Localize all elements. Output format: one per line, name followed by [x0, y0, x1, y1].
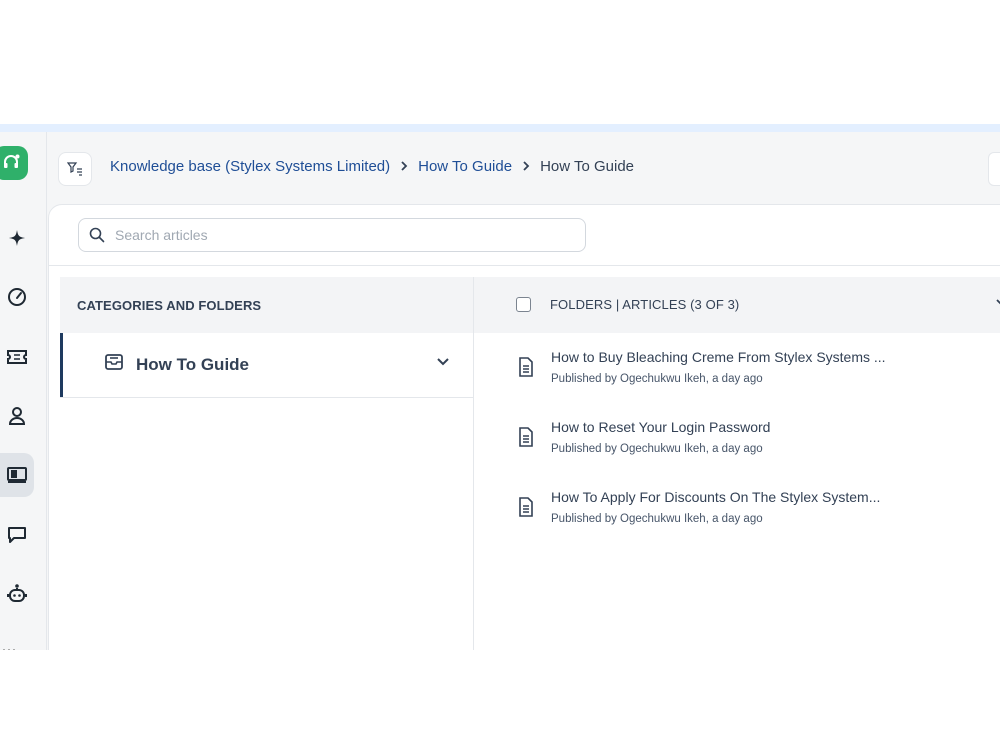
document-icon — [519, 427, 533, 447]
breadcrumb-chevron-icon — [522, 159, 530, 175]
search-area — [78, 218, 586, 252]
chat-icon — [8, 527, 26, 543]
article-row[interactable]: How to Buy Bleaching Creme From Stylex S… — [474, 349, 1000, 409]
rail-item-contacts[interactable] — [0, 394, 34, 438]
select-all-checkbox[interactable] — [516, 297, 531, 312]
folder-inbox-icon — [105, 354, 123, 370]
filter-icon — [67, 162, 82, 176]
document-icon — [519, 357, 533, 377]
search-box[interactable] — [78, 218, 586, 252]
support-headset-logo-icon[interactable] — [0, 146, 28, 180]
app-window: ··· Knowledge base (Stylex Systems Limit… — [0, 132, 1000, 650]
categories-header: CATEGORIES AND FOLDERS — [60, 277, 473, 333]
header-action-button[interactable] — [988, 152, 1000, 186]
article-row[interactable]: How to Reset Your Login Password Publish… — [474, 419, 1000, 479]
article-title[interactable]: How to Buy Bleaching Creme From Stylex S… — [551, 349, 886, 365]
article-title[interactable]: How To Apply For Discounts On The Stylex… — [551, 489, 880, 505]
articles-header-label: FOLDERS | ARTICLES (3 OF 3) — [550, 297, 740, 312]
filter-toggle-button[interactable] — [58, 152, 92, 186]
article-meta: Published by Ogechukwu Ikeh, a day ago — [551, 513, 763, 525]
bot-icon — [7, 584, 27, 602]
divider — [49, 265, 1000, 266]
rail-item-tickets[interactable] — [0, 335, 34, 379]
category-label: How To Guide — [136, 355, 250, 374]
rail-more-icon[interactable]: ··· — [2, 642, 17, 650]
contacts-person-icon — [8, 407, 26, 425]
article-row[interactable]: How To Apply For Discounts On The Stylex… — [474, 489, 1000, 549]
knowledge-base-book-icon — [7, 467, 27, 483]
article-meta: Published by Ogechukwu Ikeh, a day ago — [551, 443, 763, 455]
search-input[interactable] — [113, 226, 557, 244]
sparkle-icon — [9, 230, 25, 246]
rail-item-sparkle[interactable] — [0, 216, 34, 260]
search-icon — [89, 227, 105, 243]
rail-item-bot[interactable] — [0, 572, 34, 616]
rail-item-knowledge-base[interactable] — [0, 453, 34, 497]
document-icon — [519, 497, 533, 517]
main-panel: CATEGORIES AND FOLDERS How To Guide FOLD… — [48, 204, 1000, 650]
articles-header: FOLDERS | ARTICLES (3 OF 3) — [474, 277, 1000, 333]
ticket-icon — [7, 350, 27, 364]
breadcrumb-chevron-icon — [400, 159, 408, 175]
article-meta: Published by Ogechukwu Ikeh, a day ago — [551, 373, 763, 385]
article-title[interactable]: How to Reset Your Login Password — [551, 419, 770, 435]
breadcrumb-current: How To Guide — [540, 158, 635, 175]
breadcrumb-category-link[interactable]: How To Guide — [418, 158, 512, 175]
dashboard-gauge-icon — [8, 288, 26, 306]
categories-panel: CATEGORIES AND FOLDERS How To Guide — [60, 277, 474, 650]
rail-item-dashboard[interactable] — [0, 275, 34, 319]
chevron-down-icon[interactable] — [436, 357, 450, 367]
rail-item-chat[interactable] — [0, 513, 34, 557]
active-indicator — [60, 333, 63, 397]
articles-panel: FOLDERS | ARTICLES (3 OF 3) How to Buy B… — [474, 277, 1000, 650]
top-accent-strip — [0, 124, 1000, 132]
breadcrumb-knowledge-base-link[interactable]: Knowledge base (Stylex Systems Limited) — [110, 158, 390, 175]
left-nav-rail: ··· — [0, 132, 47, 650]
chevron-down-icon[interactable] — [996, 299, 1000, 307]
category-item-how-to-guide[interactable]: How To Guide — [60, 333, 473, 398]
page-header: Knowledge base (Stylex Systems Limited) … — [46, 132, 1000, 202]
breadcrumb: Knowledge base (Stylex Systems Limited) … — [110, 158, 634, 175]
